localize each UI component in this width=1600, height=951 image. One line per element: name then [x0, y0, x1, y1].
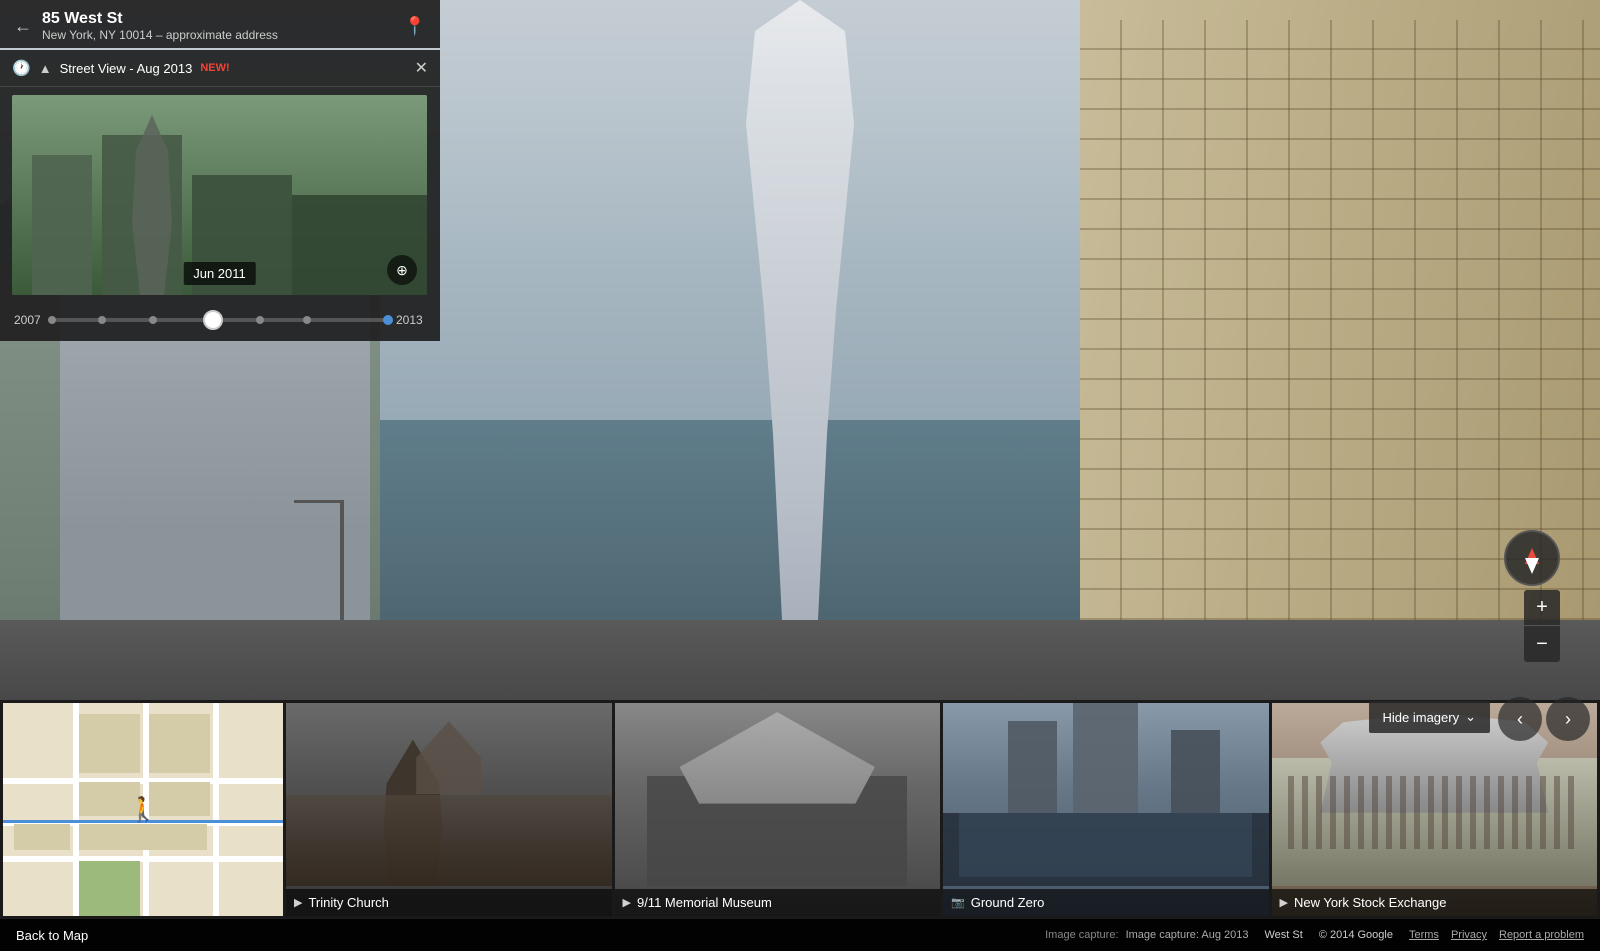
thumb-memorial-icon: ▶	[623, 896, 631, 909]
thumbnail-ground-zero[interactable]: 📷 Ground Zero	[943, 703, 1269, 916]
sv-thumbnail-preview[interactable]: Jun 2011 ⊕	[12, 95, 427, 295]
thumb-gzero-text: Ground Zero	[971, 895, 1045, 910]
nav-left-arrow[interactable]: ‹	[1498, 697, 1542, 741]
clock-icon: 🕐	[12, 59, 31, 77]
map-thumbnail[interactable]: 🚶	[3, 703, 283, 916]
timeline-row: 2007 2013	[0, 303, 440, 341]
thumbnail-911-memorial[interactable]: ▶ 9/11 Memorial Museum	[615, 703, 941, 916]
thumbnail-church-label: ▶ Trinity Church	[286, 889, 612, 916]
street-lamp	[340, 500, 344, 620]
compass-needle	[1522, 548, 1542, 568]
timeline-track[interactable]	[52, 318, 388, 322]
sv-title: 🕐 ▲ Street View - Aug 2013 NEW!	[12, 59, 415, 77]
navigation-arrows: ‹ ›	[1498, 697, 1590, 741]
thumb-memorial-text: 9/11 Memorial Museum	[637, 895, 772, 910]
timeline-dot-3[interactable]	[149, 316, 157, 324]
timeline-dot-active[interactable]	[203, 310, 223, 330]
compass[interactable]	[1504, 530, 1560, 586]
thumbnail-memorial-label: ▶ 9/11 Memorial Museum	[615, 889, 941, 916]
thumbnail-row: 🚶 ▶ Trinity Church ▶ 9/11 Memorial Museu…	[0, 700, 1600, 919]
thumb-church-icon: ▶	[294, 896, 302, 909]
capture-date: Image capture: Aug 2013	[1126, 929, 1249, 941]
footer-links: Terms Privacy Report a problem	[1409, 929, 1584, 941]
privacy-link[interactable]: Privacy	[1451, 929, 1487, 941]
thumbnail-date-label: Jun 2011	[183, 262, 256, 285]
sv-close-button[interactable]: ✕	[415, 58, 428, 78]
zoom-in-button[interactable]: +	[1524, 590, 1560, 626]
thumbnail-trinity-church[interactable]: ▶ Trinity Church	[286, 703, 612, 916]
compass-south	[1525, 558, 1539, 574]
address-subtitle: New York, NY 10014 – approximate address	[42, 28, 404, 42]
thumbnail-gzero-bg	[943, 703, 1269, 886]
expand-icon[interactable]: ▲	[39, 61, 52, 76]
timeline-dot-6[interactable]	[303, 316, 311, 324]
back-to-map-button[interactable]: Back to Map	[16, 928, 88, 943]
thumb-nyse-text: New York Stock Exchange	[1294, 895, 1446, 910]
thumbnail-gzero-label: 📷 Ground Zero	[943, 889, 1269, 916]
map-park	[79, 861, 141, 916]
thumbnail-nyse-label: ▶ New York Stock Exchange	[1272, 889, 1598, 916]
map-block-5	[14, 824, 70, 850]
zoom-controls: + −	[1524, 590, 1560, 662]
address-header: ← 85 West St New York, NY 10014 – approx…	[0, 0, 440, 48]
map-person-marker: 🚶	[128, 795, 158, 824]
back-navigation-arrow[interactable]: ←	[14, 16, 32, 37]
address-info: 85 West St New York, NY 10014 – approxim…	[42, 10, 404, 42]
footer-bar: Back to Map Image capture: Image capture…	[0, 919, 1600, 951]
timeline-end-year: 2013	[396, 313, 426, 327]
pin-icon[interactable]: 📍	[404, 16, 426, 37]
new-badge: NEW!	[200, 62, 229, 74]
address-title: 85 West St	[42, 10, 404, 28]
thumbnail-church-bg	[286, 703, 612, 886]
building-right	[1080, 0, 1600, 700]
thumb-church-text: Trinity Church	[308, 895, 388, 910]
thumbnail-zoom-button[interactable]: ⊕	[387, 255, 417, 285]
map-block-2	[149, 714, 211, 774]
report-link[interactable]: Report a problem	[1499, 929, 1584, 941]
footer-copyright: © 2014 Google	[1319, 929, 1393, 941]
timeline-dot-current[interactable]	[383, 315, 393, 325]
thumbnail-memorial-bg	[615, 703, 941, 886]
nav-right-arrow[interactable]: ›	[1546, 697, 1590, 741]
zoom-out-button[interactable]: −	[1524, 626, 1560, 662]
map-road-v3	[213, 703, 219, 916]
map-block-1	[79, 714, 141, 774]
image-capture-info: Image capture: Image capture: Aug 2013	[1045, 929, 1248, 941]
street-ground	[0, 620, 1600, 700]
terms-link[interactable]: Terms	[1409, 929, 1439, 941]
thumb-nyse-icon: ▶	[1280, 896, 1288, 909]
timeline-dot-5[interactable]	[256, 316, 264, 324]
footer-street: West St	[1265, 929, 1303, 941]
address-panel: ← 85 West St New York, NY 10014 – approx…	[0, 0, 440, 48]
timeline-start-year: 2007	[14, 313, 44, 327]
sv-header: 🕐 ▲ Street View - Aug 2013 NEW! ✕	[0, 50, 440, 87]
hide-imagery-button[interactable]: Hide imagery ⌄	[1369, 701, 1491, 733]
hide-imagery-label: Hide imagery	[1383, 710, 1460, 725]
sv-header-label: Street View - Aug 2013	[60, 61, 193, 76]
footer-info: Image capture: Image capture: Aug 2013 W…	[1045, 929, 1584, 941]
thumb-gzero-icon: 📷	[951, 896, 965, 909]
timeline-dot-1[interactable]	[48, 316, 56, 324]
capture-label: Image capture:	[1045, 929, 1118, 941]
map-block-6	[79, 824, 208, 850]
timeline-dot-2[interactable]	[98, 316, 106, 324]
hide-chevron-icon: ⌄	[1465, 709, 1476, 725]
bottom-strip: 🚶 ▶ Trinity Church ▶ 9/11 Memorial Museu…	[0, 700, 1600, 951]
streetview-panel: 🕐 ▲ Street View - Aug 2013 NEW! ✕ Jun 20…	[0, 50, 440, 341]
